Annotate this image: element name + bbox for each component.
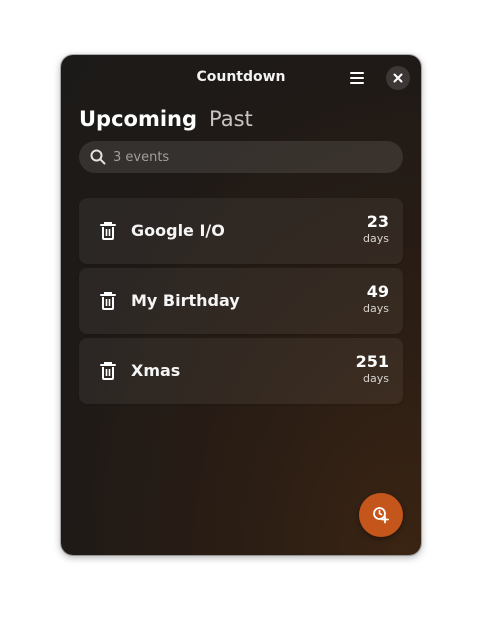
days-unit: days	[363, 232, 389, 245]
close-icon	[393, 73, 403, 83]
trash-icon	[100, 292, 116, 310]
tab-upcoming[interactable]: Upcoming	[79, 107, 197, 131]
search-bar[interactable]	[79, 141, 403, 173]
delete-event-button[interactable]	[97, 220, 119, 242]
list-item[interactable]: My Birthday 49 days	[79, 268, 403, 334]
close-button[interactable]	[386, 66, 410, 90]
days-count: 251	[355, 352, 389, 371]
event-name: My Birthday	[131, 291, 240, 310]
event-countdown: 49 days	[329, 282, 389, 316]
days-count: 23	[366, 212, 389, 231]
add-event-button[interactable]	[359, 493, 403, 537]
event-name: Google I/O	[131, 221, 225, 240]
search-icon	[89, 148, 107, 166]
delete-event-button[interactable]	[97, 290, 119, 312]
add-alarm-icon	[373, 507, 389, 524]
header-bar: Countdown	[61, 55, 421, 101]
hamburger-menu-icon	[350, 72, 364, 84]
app-window: Countdown Upcoming Past 3 events Google …	[61, 55, 421, 555]
search-input[interactable]	[111, 148, 395, 166]
event-countdown: 23 days	[329, 212, 389, 246]
trash-icon	[100, 222, 116, 240]
tab-past[interactable]: Past	[209, 107, 253, 131]
delete-event-button[interactable]	[97, 360, 119, 382]
event-name: Xmas	[131, 361, 181, 380]
list-item[interactable]: Google I/O 23 days	[79, 198, 403, 264]
days-count: 49	[366, 282, 389, 301]
main-menu-button[interactable]	[342, 66, 372, 90]
days-unit: days	[363, 302, 389, 315]
list-item[interactable]: Xmas 251 days	[79, 338, 403, 404]
days-unit: days	[363, 372, 389, 385]
trash-icon	[100, 362, 116, 380]
event-list: Google I/O 23 days My Birthday 49 days X…	[79, 198, 403, 408]
view-switcher: Upcoming Past	[79, 107, 253, 137]
event-countdown: 251 days	[329, 352, 389, 386]
